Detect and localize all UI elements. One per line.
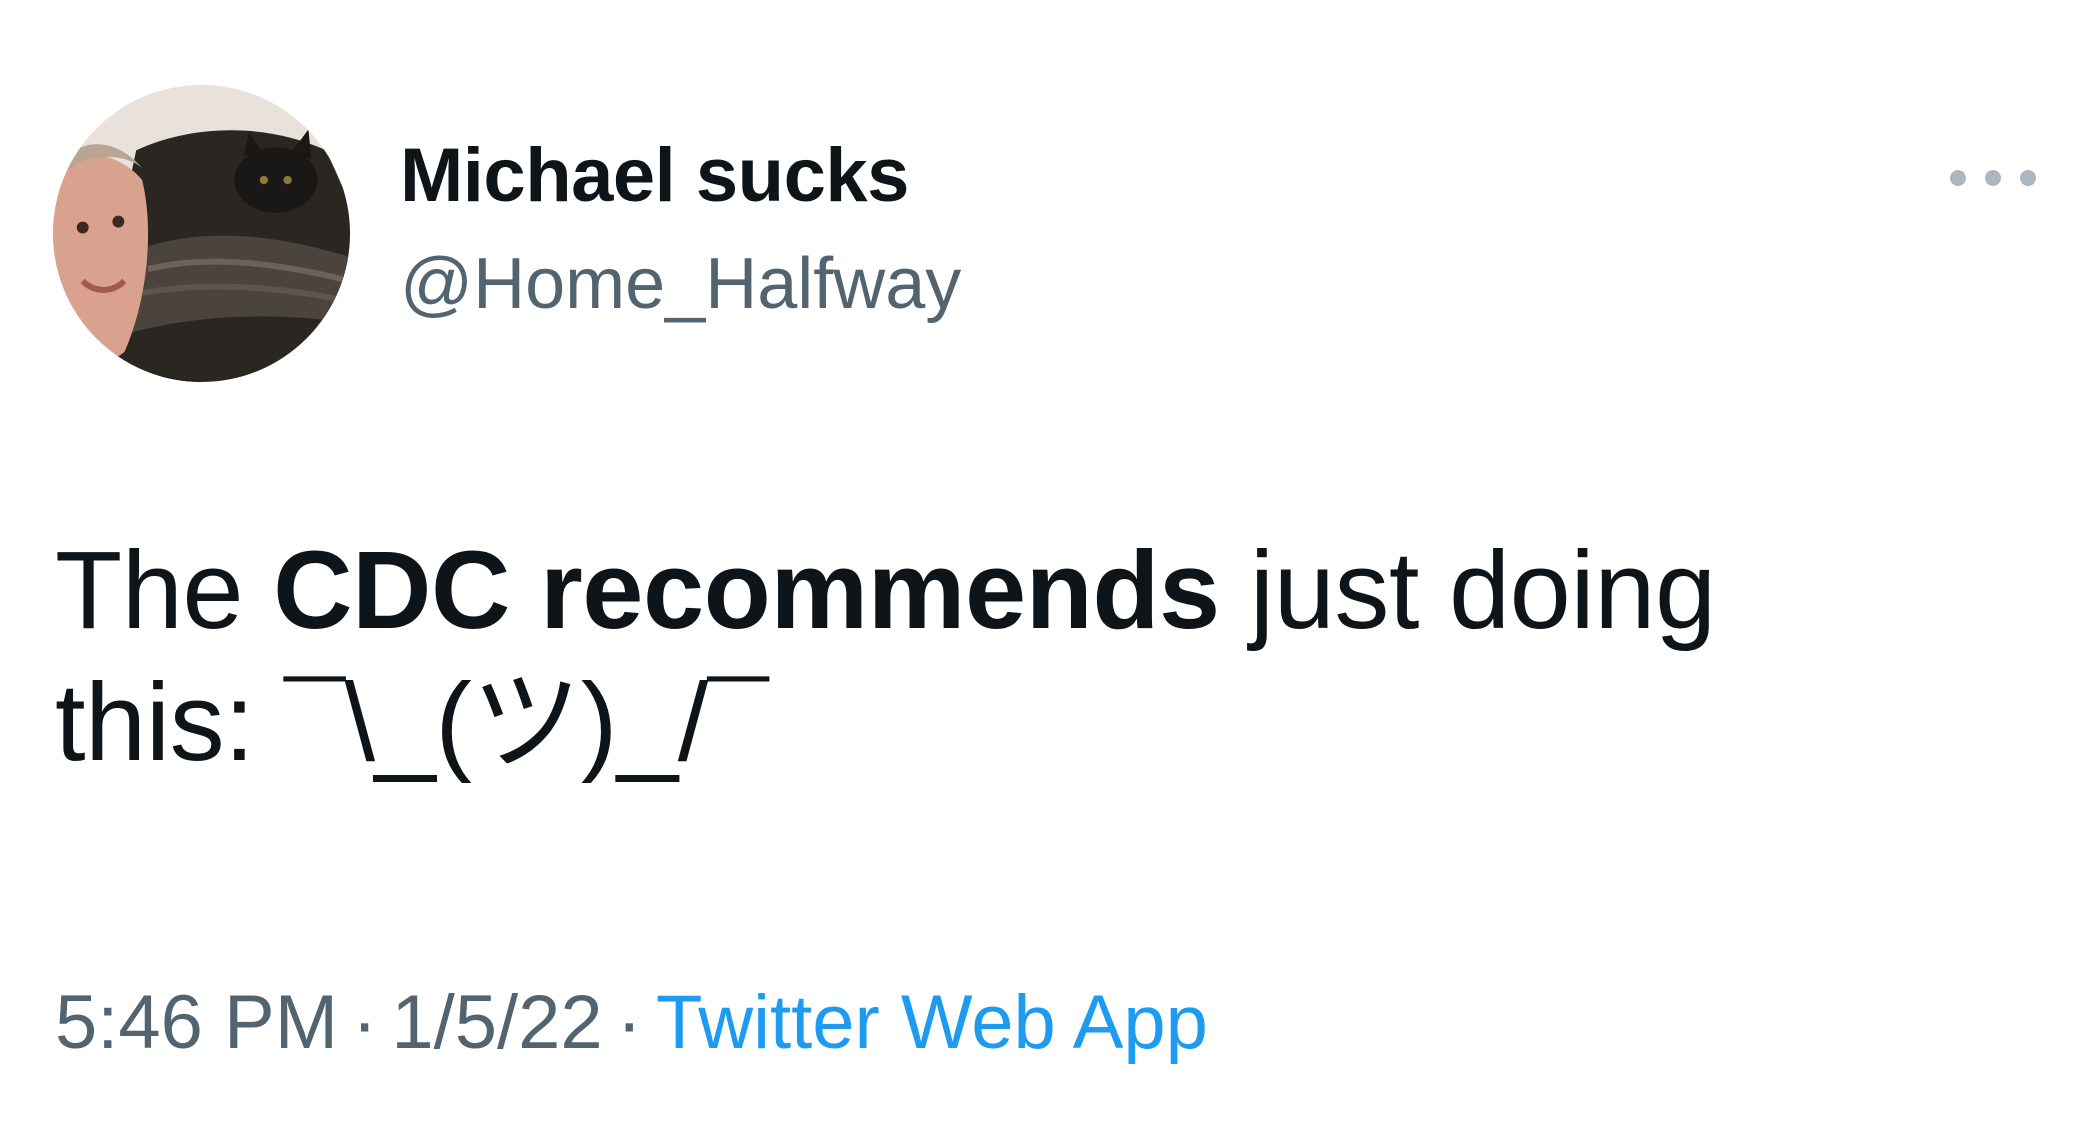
tweet-card: Michael sucks @Home_Halfway The CDC reco… [0, 0, 2093, 1125]
more-dot [1985, 170, 2001, 186]
tweet-text: The CDC recommends just doing this: ¯\_(… [55, 525, 2015, 789]
tweet-text-line-1: The CDC recommends just doing [55, 525, 2015, 657]
tweet-text-after: just doing [1219, 529, 1716, 652]
tweet-text-bold: CDC recommends [273, 529, 1220, 652]
separator: · [352, 980, 378, 1065]
tweet-meta: 5:46 PM · 1/5/22 · Twitter Web App [55, 985, 1208, 1061]
more-dot [1950, 170, 1966, 186]
tweet-text-before: The [55, 529, 274, 652]
display-name[interactable]: Michael sucks [400, 138, 909, 214]
tweet-date[interactable]: 1/5/22 [391, 980, 602, 1065]
separator: · [616, 980, 642, 1065]
more-icon[interactable] [1950, 160, 2036, 196]
more-dot [2020, 170, 2036, 186]
source-app-link[interactable]: Twitter Web App [656, 980, 1208, 1065]
avatar-photo [53, 85, 350, 382]
user-handle[interactable]: @Home_Halfway [400, 248, 961, 320]
tweet-text-line-2: this: ¯\_(ツ)_/¯ [55, 661, 769, 784]
tweet-time[interactable]: 5:46 PM [55, 980, 338, 1065]
avatar[interactable] [53, 85, 350, 382]
